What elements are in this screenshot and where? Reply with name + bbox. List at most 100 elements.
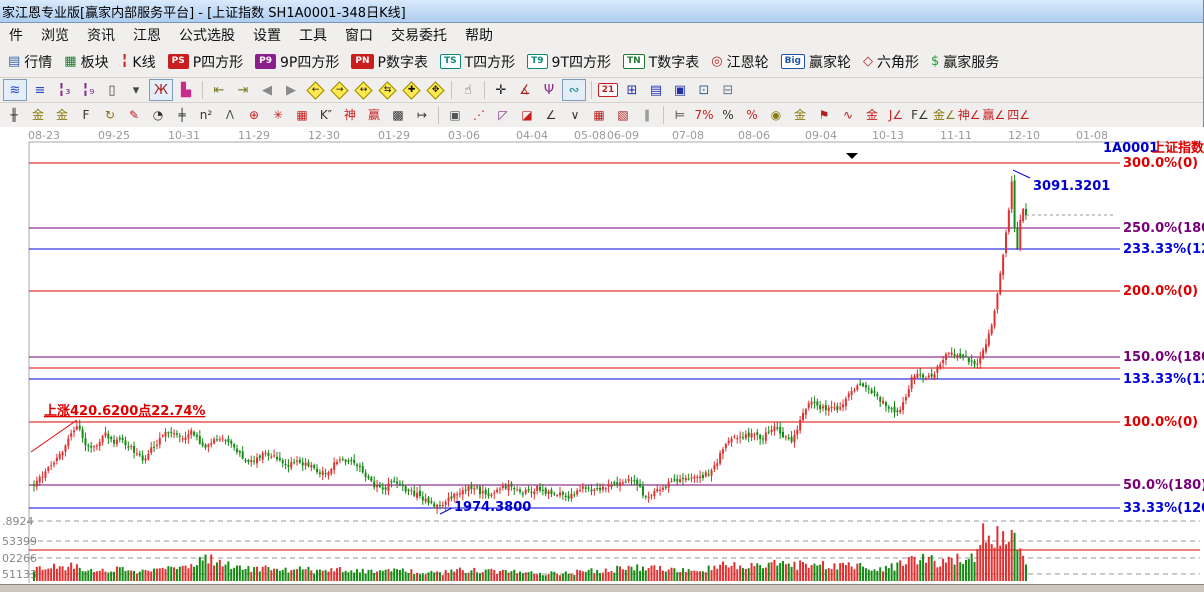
apex-icon[interactable]: Λ — [219, 105, 241, 125]
red-grid-icon[interactable]: ▦ — [588, 105, 610, 125]
starburst-icon[interactable]: ✳ — [267, 105, 289, 125]
toolbar-item-quotes[interactable]: ▤行情 — [2, 50, 58, 74]
chart-region[interactable]: 08-2309-2510-3111-2912-3001-2903-0604-04… — [0, 127, 1204, 584]
angle-gold-icon[interactable]: 金∠ — [933, 105, 956, 125]
net-computer-icon[interactable]: ⊡ — [693, 80, 715, 100]
menu-item-3[interactable]: 江恩 — [124, 22, 170, 48]
prev-bar-icon[interactable]: ◀ — [256, 80, 278, 100]
shen-icon[interactable]: 神 — [339, 105, 361, 125]
f-ruler-icon[interactable]: F — [75, 105, 97, 125]
gann-line-label: 250.0%(180) — [1123, 221, 1204, 236]
percent-icon[interactable]: % — [717, 105, 739, 125]
toolbar-item-p-number-table[interactable]: PNP数字表 — [345, 50, 434, 74]
menu-item-6[interactable]: 工具 — [290, 22, 336, 48]
toolbar-item-gann-wheel[interactable]: ◎江恩轮 — [705, 50, 774, 74]
frame-tool-icon[interactable]: ▣ — [444, 105, 466, 125]
fan-box-icon[interactable]: ◪ — [516, 105, 538, 125]
notes-icon[interactable]: ≡ — [29, 80, 51, 100]
toolbar-item-9p-square[interactable]: P99P四方形 — [249, 50, 345, 74]
flag-pencil-icon[interactable]: ⚑ — [813, 105, 835, 125]
winner-wheel-label: 赢家轮 — [809, 52, 851, 72]
gann-model-icon[interactable]: Ψ — [538, 80, 560, 100]
k-pattern-icon[interactable]: Ж — [149, 79, 173, 101]
golden-gate2-icon[interactable]: 金 — [51, 105, 73, 125]
gold-red-icon[interactable]: 金 — [861, 105, 883, 125]
hand-icon[interactable]: ☝ — [457, 80, 479, 100]
percent-line-icon[interactable]: % — [741, 105, 763, 125]
menu-item-8[interactable]: 交易委托 — [382, 22, 456, 48]
notepad-icon[interactable]: ▤ — [645, 80, 667, 100]
menu-item-1[interactable]: 浏览 — [32, 22, 78, 48]
grid-target-icon[interactable]: ▦ — [291, 105, 313, 125]
angle-shen-icon[interactable]: 神∠ — [958, 105, 981, 125]
pencil-rocket-icon[interactable]: ✎ — [123, 105, 145, 125]
crosshair-icon[interactable]: ✛ — [490, 80, 512, 100]
p-square-label: P四方形 — [193, 52, 243, 72]
toolbar-item-hexagon[interactable]: ◇六角形 — [857, 50, 925, 74]
mini-k3-icon[interactable]: ╏₃ — [53, 80, 75, 100]
menu-item-7[interactable]: 窗口 — [336, 22, 382, 48]
angle-si-icon[interactable]: 四∠ — [1007, 105, 1030, 125]
hash-icon[interactable]: ╫ — [3, 105, 25, 125]
menu-item-0[interactable]: 件 — [0, 22, 32, 48]
angle-rays-icon[interactable]: ∠ — [540, 105, 562, 125]
v-wave-icon[interactable]: ∨ — [564, 105, 586, 125]
histogram-icon[interactable]: ▙ — [175, 80, 197, 100]
angle-f-icon[interactable]: F∠ — [909, 105, 931, 125]
scribble-icon[interactable]: ≋ — [3, 79, 27, 101]
menu-item-4[interactable]: 公式选股 — [170, 22, 244, 48]
title-bar[interactable]: 家江恩专业版[赢家内部服务平台] - [上证指数 SH1A0001-348日K线… — [0, 0, 1203, 23]
toolbar-item-t-number-table[interactable]: TNT数字表 — [617, 50, 705, 74]
mini-k9-icon[interactable]: ╏₉ — [77, 80, 99, 100]
toolbar-item-t-square[interactable]: TST四方形 — [434, 50, 521, 74]
menu-item-9[interactable]: 帮助 — [456, 22, 502, 48]
target-icon[interactable]: ⊕ — [243, 105, 265, 125]
fan-icon[interactable]: ⋰ — [468, 105, 490, 125]
tick-ruler-icon[interactable]: ╪ — [171, 105, 193, 125]
computer-icon[interactable]: ⊟ — [717, 80, 739, 100]
candle-style-dropdown-icon[interactable]: ▾ — [125, 80, 147, 100]
angle-j-icon[interactable]: J∠ — [885, 105, 907, 125]
toolbar-item-winner-service[interactable]: $赢家服务 — [925, 50, 1005, 74]
grid-123-icon[interactable]: ▩ — [387, 105, 409, 125]
time-circle-icon[interactable]: ◔ — [147, 105, 169, 125]
scale-list-icon[interactable]: ⊨ — [669, 105, 691, 125]
first-page-icon[interactable]: ⇤ — [208, 80, 230, 100]
toolbar-item-winner-wheel[interactable]: Big赢家轮 — [775, 50, 857, 74]
angle-tool-icon[interactable]: ∡ — [514, 80, 536, 100]
candle-style-icon[interactable]: ▯ — [101, 80, 123, 100]
percent-7-icon[interactable]: 7% — [693, 105, 715, 125]
toolbar-item-kline[interactable]: ╏K线 — [115, 50, 162, 74]
menu-item-5[interactable]: 设置 — [244, 22, 290, 48]
last-page-icon[interactable]: ⇥ — [232, 80, 254, 100]
spiral-icon[interactable]: ↻ — [99, 105, 121, 125]
n-square-icon[interactable]: n² — [195, 105, 217, 125]
angle-ying-icon[interactable]: 赢∠ — [983, 105, 1006, 125]
toolbar-item-sectors[interactable]: ▦板块 — [58, 50, 114, 74]
next-bar-icon[interactable]: ▶ — [280, 80, 302, 100]
wave-line-icon[interactable]: ∿ — [837, 105, 859, 125]
toolbar-separator — [663, 106, 664, 124]
ying-icon[interactable]: 赢 — [363, 105, 385, 125]
menu-item-2[interactable]: 资讯 — [78, 22, 124, 48]
calculator-icon[interactable]: ⊞ — [621, 80, 643, 100]
compress-h-icon[interactable]: ⇆ — [376, 80, 398, 100]
gold-circle-icon[interactable]: ◉ — [765, 105, 787, 125]
calendar-icon[interactable]: 21 — [597, 80, 619, 100]
brain-icon[interactable]: ∾ — [562, 79, 586, 101]
save-icon[interactable]: ▣ — [669, 80, 691, 100]
expand-all-icon[interactable]: ✥ — [424, 80, 446, 100]
toolbar-item-p-square[interactable]: PSP四方形 — [162, 50, 250, 74]
k-quote-icon[interactable]: K″ — [315, 105, 337, 125]
golden-gate-icon[interactable]: 金 — [27, 105, 49, 125]
cross-zoom-icon[interactable]: ✚ — [400, 80, 422, 100]
shift-right-icon[interactable]: → — [328, 80, 350, 100]
parallel-icon[interactable]: ∥ — [636, 105, 658, 125]
toolbar-item-9t-square[interactable]: T99T四方形 — [521, 50, 617, 74]
gold-line-icon[interactable]: 金 — [789, 105, 811, 125]
red-grid-arrow-icon[interactable]: ▧ — [612, 105, 634, 125]
span-arrow-icon[interactable]: ↦ — [411, 105, 433, 125]
shift-left-icon[interactable]: ← — [304, 80, 326, 100]
fan-square-icon[interactable]: ◸ — [492, 105, 514, 125]
expand-h-icon[interactable]: ↔ — [352, 80, 374, 100]
